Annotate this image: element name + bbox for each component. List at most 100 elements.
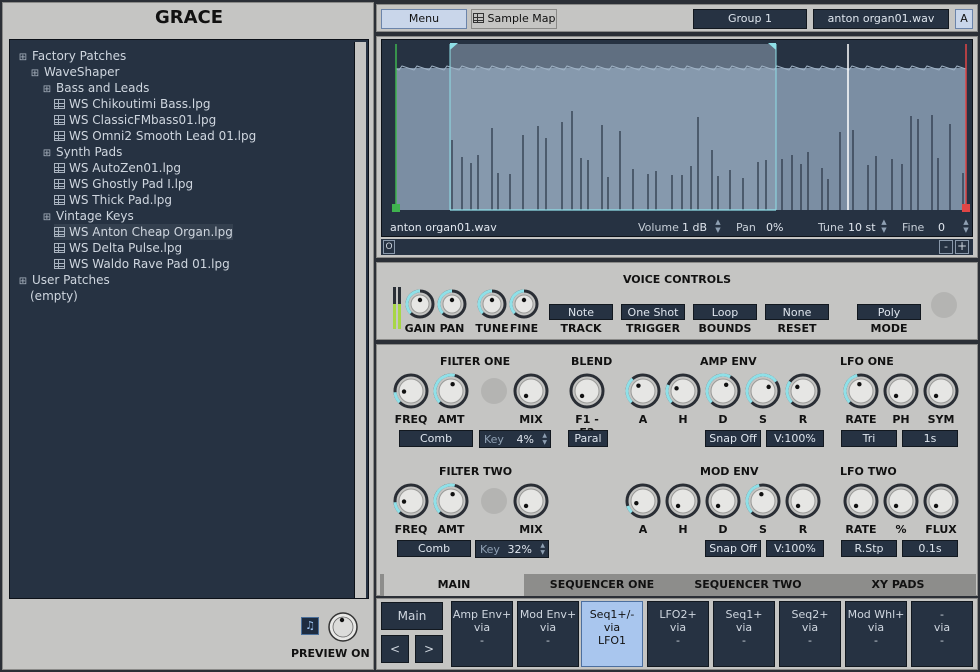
blend-knob[interactable]	[569, 373, 605, 409]
group-selector[interactable]: Group 1	[693, 9, 807, 29]
patch-folder-item[interactable]: ⊞ Vintage Keys	[42, 208, 134, 224]
filter-one-key-stepper[interactable]: Key 4% ▲ ▼	[479, 430, 551, 448]
mod-slot[interactable]: Mod Env+ via -	[517, 601, 579, 667]
tab-xy-pads[interactable]: XY PADS	[826, 574, 970, 596]
preview-volume-knob[interactable]	[327, 611, 359, 643]
pan-value[interactable]: 0%	[766, 221, 783, 234]
tree-scrollbar[interactable]	[354, 42, 366, 598]
zoom-in-button[interactable]: +	[955, 240, 969, 254]
amp-env-snap-selector[interactable]: Snap Off	[705, 430, 761, 447]
lfo-one-ph-knob[interactable]	[883, 373, 919, 409]
tune-value[interactable]: 10 st	[848, 221, 876, 234]
mod-slot[interactable]: Seq1+ via -	[713, 601, 775, 667]
mod-main-button[interactable]: Main	[381, 602, 443, 630]
filter-one-mix-knob[interactable]	[513, 373, 549, 409]
stepper-arrows-icon[interactable]: ▲ ▼	[542, 432, 547, 446]
lfo-two-time-selector[interactable]: 0.1s	[902, 540, 958, 557]
tab-sequencer-two[interactable]: SEQUENCER TWO	[676, 574, 820, 596]
mod-slot[interactable]: - via -	[911, 601, 973, 667]
expand-icon[interactable]: ⊞	[18, 50, 28, 66]
volume-spinner[interactable]: ▲ ▼	[714, 218, 722, 236]
patch-file-item[interactable]: WS Delta Pulse.lpg	[54, 240, 182, 256]
tune-spinner[interactable]: ▲ ▼	[880, 218, 888, 236]
filter-one-freq-knob[interactable]	[393, 373, 429, 409]
lfo-one-rate-knob[interactable]	[843, 373, 879, 409]
patch-file-item[interactable]: WS AutoZen01.lpg	[54, 160, 181, 176]
filter-two-type-selector[interactable]: Comb	[397, 540, 471, 557]
mod-next-button[interactable]: >	[415, 635, 443, 663]
mod-slot[interactable]: LFO2+ via -	[647, 601, 709, 667]
mod-env-h-knob[interactable]	[665, 483, 701, 519]
lfo-one-time-selector[interactable]: 1s	[902, 430, 958, 447]
filter-two-freq-knob[interactable]	[393, 483, 429, 519]
patch-folder-item[interactable]: ⊞ Bass and Leads	[42, 80, 150, 98]
voice-knob-fine[interactable]	[509, 289, 539, 319]
mod-slot[interactable]: Amp Env+ via -	[451, 601, 513, 667]
tab-main[interactable]: MAIN	[384, 574, 524, 596]
expand-icon[interactable]: ⊞	[42, 82, 52, 98]
expand-icon[interactable]: ⊞	[18, 274, 28, 290]
amp-env-velocity-selector[interactable]: V:100%	[766, 430, 824, 447]
a-button[interactable]: A	[955, 9, 973, 29]
fine-spinner[interactable]: ▲ ▼	[962, 218, 970, 236]
reset-selector[interactable]: None	[765, 304, 829, 320]
lfo-one-shape-selector[interactable]: Tri	[841, 430, 897, 447]
voice-knob-tune[interactable]	[477, 289, 507, 319]
lfo-two-pct-knob[interactable]	[883, 483, 919, 519]
patch-tree[interactable]: ⊞ Factory Patches ⊞ WaveShaper ⊞ Bass and Lea…	[9, 39, 369, 599]
amp-env-a-knob[interactable]	[625, 373, 661, 409]
volume-value[interactable]: 1 dB	[682, 221, 707, 234]
patch-file-item[interactable]: WS Thick Pad.lpg	[54, 192, 172, 208]
mod-env-s-knob[interactable]	[745, 483, 781, 519]
patch-folder-item[interactable]: ⊞ User Patches	[18, 272, 110, 288]
lfo-two-shape-selector[interactable]: R.Stp	[841, 540, 897, 557]
amp-env-r-knob[interactable]	[785, 373, 821, 409]
patch-file-item[interactable]: WS ClassicFMbass01.lpg	[54, 112, 216, 128]
patch-file-item[interactable]: WS Omni2 Smooth Lead 01.lpg	[54, 128, 256, 144]
filter-one-type-selector[interactable]: Comb	[399, 430, 473, 447]
sample-map-button[interactable]: Sample Map	[471, 9, 557, 29]
waveform-display[interactable]: anton organ01.wav Volume 1 dB ▲ ▼ Pan 0% …	[381, 39, 973, 237]
lfo-one-sym-knob[interactable]	[923, 373, 959, 409]
track-selector[interactable]: Note	[549, 304, 613, 320]
trigger-selector[interactable]: One Shot	[621, 304, 685, 320]
headphones-icon[interactable]: ♫	[301, 617, 319, 635]
filter-two-amt-knob[interactable]	[433, 483, 469, 519]
mode-selector[interactable]: Poly	[857, 304, 921, 320]
patch-folder-item[interactable]: ⊞ Synth Pads	[42, 144, 123, 162]
lfo-two-flux-knob[interactable]	[923, 483, 959, 519]
mod-env-snap-selector[interactable]: Snap Off	[705, 540, 761, 557]
patch-folder-item[interactable]: ⊞ Factory Patches	[18, 48, 126, 64]
filter-one-amt-knob[interactable]	[433, 373, 469, 409]
patch-file-item[interactable]: WS Chikoutimi Bass.lpg	[54, 96, 210, 112]
tab-sequencer-one[interactable]: SEQUENCER ONE	[530, 574, 674, 596]
filter-two-key-stepper[interactable]: Key 32% ▲ ▼	[475, 540, 549, 558]
patch-file-item[interactable]: WS Waldo Rave Pad 01.lpg	[54, 256, 230, 272]
blend-mode-selector[interactable]: Paral	[568, 430, 608, 447]
patch-folder-item[interactable]: ⊞ WaveShaper	[30, 64, 120, 80]
bounds-selector[interactable]: Loop	[693, 304, 757, 320]
voice-knob-gain[interactable]	[405, 289, 435, 319]
expand-icon[interactable]: ⊞	[42, 146, 52, 162]
waveform-graphic[interactable]	[382, 40, 974, 216]
lfo-two-rate-knob[interactable]	[843, 483, 879, 519]
mod-env-velocity-selector[interactable]: V:100%	[766, 540, 824, 557]
mod-slot[interactable]: Seq2+ via -	[779, 601, 841, 667]
mod-prev-button[interactable]: <	[381, 635, 409, 663]
mod-slot[interactable]: Mod Whl+ via -	[845, 601, 907, 667]
zoom-out-button[interactable]: -	[939, 240, 953, 254]
fine-value[interactable]: 0	[938, 221, 945, 234]
mod-env-a-knob[interactable]	[625, 483, 661, 519]
scroll-handle[interactable]: O	[383, 240, 395, 254]
amp-env-h-knob[interactable]	[665, 373, 701, 409]
expand-icon[interactable]: ⊞	[42, 210, 52, 226]
patch-file-item[interactable]: WS Anton Cheap Organ.lpg	[54, 224, 233, 240]
amp-env-d-knob[interactable]	[705, 373, 741, 409]
mod-env-d-knob[interactable]	[705, 483, 741, 519]
voice-knob-pan[interactable]	[437, 289, 467, 319]
amp-env-s-knob[interactable]	[745, 373, 781, 409]
sample-file-selector[interactable]: anton organ01.wav	[813, 9, 949, 29]
patch-file-item[interactable]: WS Ghostly Pad I.lpg	[54, 176, 193, 192]
mod-env-r-knob[interactable]	[785, 483, 821, 519]
stepper-arrows-icon[interactable]: ▲ ▼	[540, 542, 545, 556]
